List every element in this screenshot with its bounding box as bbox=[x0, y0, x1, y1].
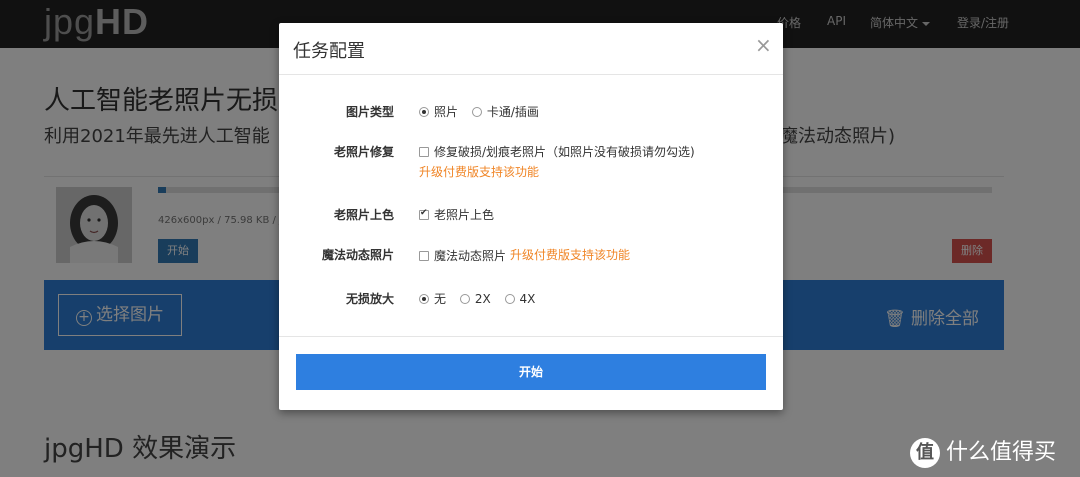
radio-cartoon[interactable]: 卡通/插画 bbox=[471, 103, 539, 120]
label-colorize: 老照片上色 bbox=[333, 208, 394, 222]
radio-photo[interactable]: 照片 bbox=[419, 103, 458, 120]
checkbox-colorize[interactable]: 老照片上色 bbox=[419, 206, 494, 223]
checkbox-unchecked-icon bbox=[419, 147, 429, 157]
checkbox-magic-motion-label: 魔法动态照片 bbox=[434, 249, 507, 263]
radio-cartoon-label: 卡通/插画 bbox=[486, 105, 539, 119]
radio-unchecked-icon bbox=[504, 293, 515, 304]
radio-photo-label: 照片 bbox=[434, 105, 459, 119]
checkbox-magic-motion[interactable]: 魔法动态照片 bbox=[419, 247, 506, 264]
options-upscale: 无 2X 4X bbox=[419, 290, 545, 307]
checkbox-unchecked-icon bbox=[419, 251, 429, 261]
label-old-photo-repair: 老照片修复 bbox=[333, 145, 394, 159]
radio-checked-icon bbox=[419, 294, 429, 304]
radio-upscale-2x-label: 2X bbox=[474, 291, 491, 306]
radio-upscale-4x-label: 4X bbox=[519, 291, 536, 306]
options-magic-motion: 魔法动态照片 升级付费版支持该功能 bbox=[419, 246, 630, 264]
radio-upscale-4x[interactable]: 4X bbox=[504, 291, 536, 306]
modal-title: 任务配置 bbox=[293, 41, 365, 62]
label-upscale: 无损放大 bbox=[345, 292, 394, 306]
upgrade-link-magic-motion[interactable]: 升级付费版支持该功能 bbox=[510, 248, 630, 262]
radio-upscale-2x[interactable]: 2X bbox=[459, 291, 491, 306]
options-old-photo-repair: 修复破损/划痕老照片（如照片没有破损请勿勾选) bbox=[419, 143, 705, 160]
checkbox-repair[interactable]: 修复破损/划痕老照片（如照片没有破损请勿勾选) bbox=[419, 143, 695, 160]
options-colorize: 老照片上色 bbox=[419, 206, 504, 223]
radio-upscale-none-label: 无 bbox=[434, 292, 447, 306]
radio-unchecked-icon bbox=[471, 107, 482, 117]
label-magic-motion: 魔法动态照片 bbox=[321, 248, 394, 262]
radio-upscale-none[interactable]: 无 bbox=[419, 290, 446, 307]
checkbox-colorize-label: 老照片上色 bbox=[434, 208, 495, 222]
upgrade-link-repair[interactable]: 升级付费版支持该功能 bbox=[419, 163, 539, 180]
modal-divider bbox=[279, 336, 783, 337]
radio-checked-icon bbox=[419, 107, 429, 117]
task-config-modal: 任务配置 × 图片类型 照片 卡通/插画 老照片修复 修复破损/划痕老照片（如照… bbox=[279, 23, 783, 410]
watermark: 值什么值得买 bbox=[910, 434, 1057, 468]
watermark-text: 什么值得买 bbox=[946, 440, 1057, 465]
checkbox-repair-label: 修复破损/划痕老照片（如照片没有破损请勿勾选) bbox=[434, 145, 695, 159]
radio-unchecked-icon bbox=[459, 293, 470, 304]
options-image-type: 照片 卡通/插画 bbox=[419, 103, 549, 120]
smzdm-logo-icon: 值 bbox=[910, 438, 940, 468]
close-icon[interactable]: × bbox=[755, 33, 772, 57]
checkbox-checked-icon bbox=[419, 208, 429, 220]
start-button[interactable]: 开始 bbox=[296, 354, 766, 390]
modal-header: 任务配置 × bbox=[279, 23, 783, 75]
label-image-type: 图片类型 bbox=[345, 105, 394, 119]
